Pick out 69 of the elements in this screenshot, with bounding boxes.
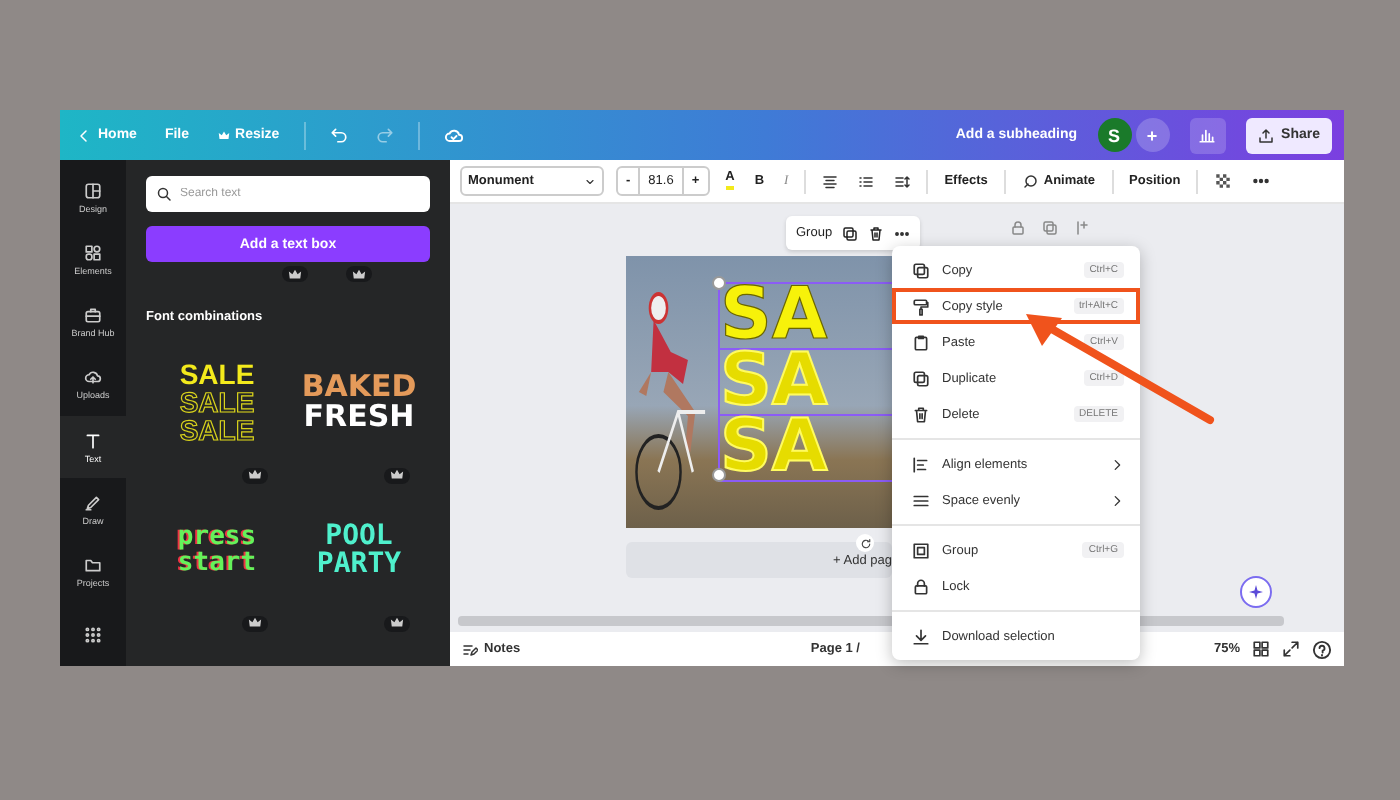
grid-view-button[interactable] [1252,640,1270,658]
copy-icon [912,261,930,279]
magic-button[interactable] [1240,576,1272,608]
delete-button[interactable] [868,225,885,241]
lock-icon [1010,220,1026,236]
lines-icon [912,491,930,509]
insights-button[interactable] [1189,117,1226,153]
align-icon [912,455,930,473]
redo-icon [375,126,394,144]
align-center-icon [822,173,839,189]
upload-icon [84,368,102,387]
text-icon [84,431,102,450]
chevron-right-icon [1110,457,1124,471]
rotate-icon [859,537,871,549]
crown-icon [248,616,262,630]
paint-roller-icon [912,297,930,315]
download-icon [912,627,930,645]
caret-icon [584,175,596,187]
spacing-icon [894,173,911,189]
rotate-handle[interactable] [856,534,874,552]
add-collaborator-button[interactable]: + [1135,118,1170,152]
trash-icon [868,225,885,241]
sparkle-icon [1248,584,1264,600]
lock-icon [912,577,930,595]
font-combination-preview[interactable]: press start [146,500,288,636]
cloud-icon [443,125,464,145]
resize-handle[interactable] [712,276,726,290]
font-combination-preview[interactable]: BAKED FRESH [288,352,430,488]
copy-icon [912,369,930,387]
clipboard-icon [912,333,930,351]
user-avatar[interactable]: S [1097,118,1132,152]
help-icon [1312,639,1332,659]
grid-view-icon [1252,640,1270,658]
pen-icon [84,493,102,512]
copy-icon [1042,220,1058,236]
crown-icon [217,129,230,141]
crown-icon [248,468,262,482]
undo-button[interactable] [325,122,352,148]
apps-grid-icon [84,625,102,644]
fullscreen-button[interactable] [1282,640,1300,658]
add-page-icon [1074,220,1090,236]
checkerboard-icon [1214,172,1233,190]
bar-chart-icon [1198,126,1217,144]
shapes-icon [84,243,102,262]
group-icon [912,541,930,559]
align-button[interactable] [818,173,843,189]
crown-icon [287,267,301,281]
list-button[interactable] [854,173,879,189]
resize-handle[interactable] [712,468,726,482]
crown-icon [351,267,365,281]
expand-icon [1282,640,1300,658]
notes-icon [462,641,478,657]
trash-icon [912,405,930,423]
chevron-right-icon [1110,493,1124,507]
spacing-button[interactable] [890,173,915,189]
font-combination-preview[interactable]: SALE SALE SALE [146,352,288,488]
crown-icon [390,616,404,630]
undo-icon [329,126,348,144]
crown-icon [390,468,404,482]
upload-icon [1257,127,1274,143]
help-button[interactable] [1312,639,1332,659]
duplicate-button[interactable] [842,225,859,241]
font-combination-preview[interactable]: POOL PARTY [288,500,430,636]
briefcase-icon [84,306,102,325]
list-icon [858,173,875,189]
copy-icon [842,225,859,241]
back-chevron-icon [76,127,92,143]
folder-icon [84,556,102,575]
layout-icon [84,181,102,200]
